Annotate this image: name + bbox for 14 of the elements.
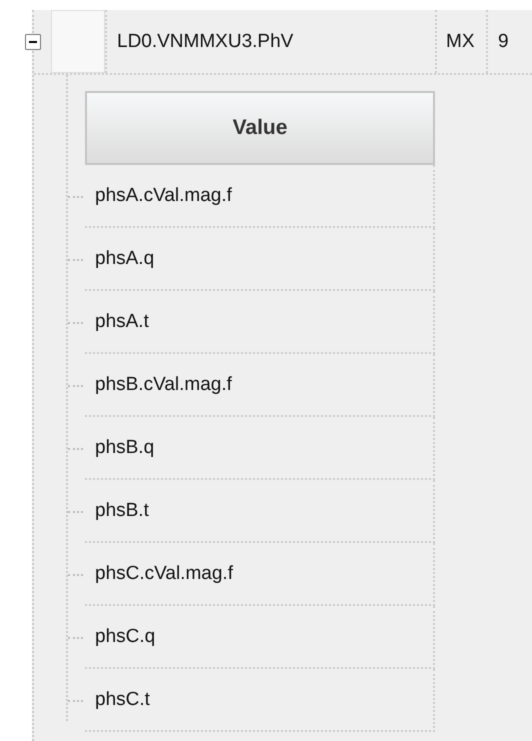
- table-cell-text: phsB.q: [94, 436, 154, 458]
- table-cell-text: phsC.q: [94, 626, 156, 648]
- collapse-icon[interactable]: [25, 34, 41, 50]
- table-cell-text: phsB.cVal.mag.f: [94, 374, 232, 396]
- table-cell: 9: [486, 10, 532, 73]
- table-cell-text: phsA.cVal.mag.f: [94, 184, 232, 206]
- node-name: LD0.VNMMXU3.PhV: [105, 10, 435, 73]
- table-cell-text: phsC.cVal.mag.f: [94, 562, 233, 584]
- fc-cell: MX: [435, 10, 486, 73]
- table-cell-text: phsB.t: [94, 500, 149, 522]
- table-cell-text: phsA.q: [94, 248, 154, 270]
- table-cell-text: phsC.t: [94, 688, 150, 710]
- column-header[interactable]: Value: [85, 91, 435, 165]
- table-cell-text: phsA.t: [94, 310, 149, 332]
